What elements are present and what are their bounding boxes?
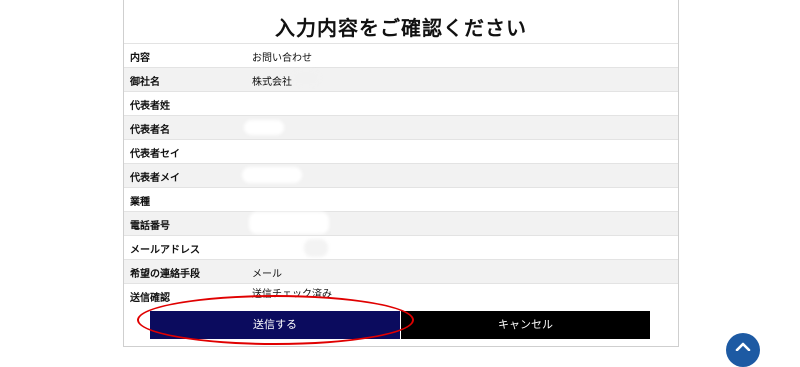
table-row: 代表者姓 <box>124 91 678 115</box>
row-label: 代表者メイ <box>130 173 180 184</box>
row-label: 希望の連絡手段 <box>130 269 200 280</box>
redacted-text <box>304 239 328 257</box>
table-row: メールアドレス <box>124 235 678 259</box>
table-row: 業種 <box>124 187 678 211</box>
cancel-button[interactable]: キャンセル <box>401 311 650 339</box>
row-label: 電話番号 <box>130 221 170 232</box>
table-row: 内容 お問い合わせ <box>124 43 678 67</box>
row-label: 内容 <box>130 53 150 64</box>
row-value: メール <box>252 269 282 280</box>
table-row: 電話番号 <box>124 211 678 235</box>
table-row: 代表者名 <box>124 115 678 139</box>
redacted-text <box>292 70 320 86</box>
scroll-to-top-button[interactable] <box>726 333 760 367</box>
table-row: 希望の連絡手段 メール <box>124 259 678 283</box>
row-label: メールアドレス <box>130 245 200 256</box>
send-button[interactable]: 送信する <box>150 311 400 339</box>
table-row: 御社名 株式会社 <box>124 67 678 91</box>
row-value: 株式会社 <box>252 77 292 88</box>
row-label: 代表者名 <box>130 125 170 136</box>
row-label: 送信確認 <box>130 293 170 304</box>
row-label: 代表者セイ <box>130 149 180 160</box>
page-title: 入力内容をご確認ください <box>275 16 527 40</box>
row-value: 送信チェック済み <box>252 289 332 300</box>
redacted-text <box>244 120 284 135</box>
row-label: 代表者姓 <box>130 101 170 112</box>
row-label: 業種 <box>130 197 150 208</box>
row-label: 御社名 <box>130 77 160 88</box>
table-row: 代表者セイ <box>124 139 678 163</box>
redacted-text <box>249 212 329 234</box>
row-value: お問い合わせ <box>252 53 312 64</box>
table-row: 代表者メイ <box>124 163 678 187</box>
redacted-text <box>242 167 302 183</box>
table-row: 送信確認 送信チェック済み <box>124 283 678 307</box>
confirmation-panel: 入力内容をご確認ください 内容 お問い合わせ 御社名 株式会社 代表者姓 代表者… <box>123 0 679 347</box>
confirmation-table: 内容 お問い合わせ 御社名 株式会社 代表者姓 代表者名 代表者セイ 代表者メイ… <box>124 43 678 307</box>
